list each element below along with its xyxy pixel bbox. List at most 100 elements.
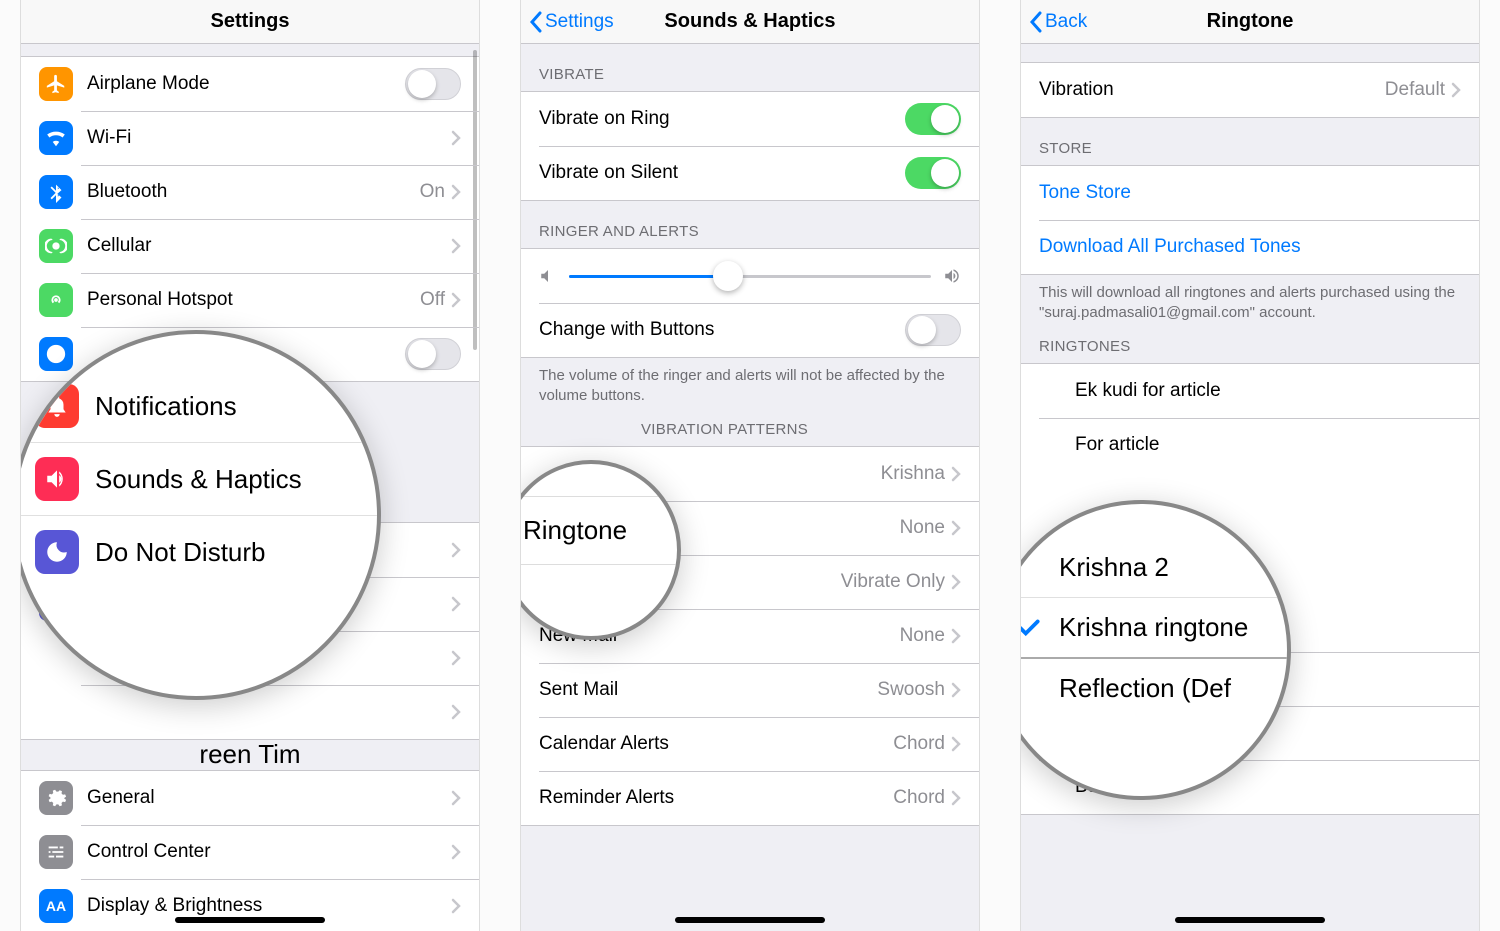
sounds-haptics-screen: Settings Sounds & Haptics VIBRATE Vibrat…	[520, 0, 980, 931]
ringtone-label: Ringtone	[523, 515, 627, 546]
pattern-row-calendar-alerts[interactable]: Calendar Alerts Chord	[521, 717, 979, 771]
chevron-right-icon	[451, 844, 461, 860]
chevron-right-icon	[951, 736, 961, 752]
settings-row-bluetooth[interactable]: BluetoothOn	[21, 165, 479, 219]
chevron-right-icon	[451, 542, 461, 558]
vibrate-header: VIBRATE	[521, 44, 979, 91]
row-hidden3[interactable]	[21, 685, 479, 739]
store-footer: This will download all ringtones and ale…	[1021, 275, 1479, 334]
chevron-right-icon	[951, 466, 961, 482]
bell-icon	[35, 384, 79, 428]
chevron-left-icon	[1029, 11, 1043, 33]
store-row-download-all-purchased-tones[interactable]: Download All Purchased Tones	[1021, 220, 1479, 274]
ringtone-screen: Back Ringtone Vibration Default STORE To…	[1020, 0, 1480, 931]
ringer-footer: The volume of the ringer and alerts will…	[521, 358, 979, 417]
checkmark-icon	[1039, 380, 1061, 402]
checkmark-icon	[1039, 434, 1061, 456]
chevron-right-icon	[951, 520, 961, 536]
navbar: Settings	[21, 0, 479, 44]
magnified-ringtone-reflection-def: Reflection (Def	[1020, 657, 1287, 718]
store-list: Tone StoreDownload All Purchased Tones	[1021, 165, 1479, 275]
settings-row-general[interactable]: General	[21, 771, 479, 825]
speaker-icon	[35, 457, 79, 501]
back-button[interactable]: Back	[1029, 11, 1087, 33]
chevron-right-icon	[1451, 82, 1461, 98]
change-buttons-switch[interactable]	[905, 314, 961, 346]
home-indicator	[675, 917, 825, 923]
chevron-right-icon	[451, 898, 461, 914]
volume-slider-row	[521, 249, 979, 303]
settings-group-general: General Control Center AA Display & Brig…	[21, 770, 479, 931]
chevron-right-icon	[951, 790, 961, 806]
ringer-list: Change with Buttons	[521, 248, 979, 358]
settings-screen: Settings Airplane Mode Wi-Fi BluetoothOn…	[20, 0, 480, 931]
back-label: Settings	[545, 11, 614, 33]
hotspot-icon	[39, 283, 73, 317]
chevron-right-icon	[451, 596, 461, 612]
partial-screen-time: reen Tim	[21, 740, 479, 770]
home-indicator	[175, 917, 325, 923]
vibrate-list: Vibrate on Ring Vibrate on Silent	[521, 91, 979, 201]
chevron-right-icon	[451, 184, 461, 200]
back-label: Back	[1045, 11, 1087, 33]
switch[interactable]	[905, 157, 961, 189]
vpn-switch[interactable]	[405, 338, 461, 370]
airplane-icon	[39, 67, 73, 101]
back-button[interactable]: Settings	[529, 11, 614, 33]
ringer-header: RINGER AND ALERTS	[521, 201, 979, 248]
vibrate-row-vibrate-on-silent[interactable]: Vibrate on Silent	[521, 146, 979, 200]
chevron-right-icon	[451, 130, 461, 146]
volume-slider[interactable]	[569, 275, 931, 278]
pattern-row-sent-mail[interactable]: Sent Mail Swoosh	[521, 663, 979, 717]
change-with-buttons-row[interactable]: Change with Buttons	[521, 303, 979, 357]
settings-group-connectivity: Airplane Mode Wi-Fi BluetoothOn Cellular…	[21, 56, 479, 382]
patterns-header: VIBRATION PATTERNS	[521, 417, 979, 446]
chevron-right-icon	[451, 292, 461, 308]
vpn-icon	[39, 337, 73, 371]
vibration-group: Vibration Default	[1021, 62, 1479, 118]
sliders-icon	[39, 835, 73, 869]
chevron-right-icon	[451, 238, 461, 254]
vibration-row[interactable]: Vibration Default	[1021, 63, 1479, 117]
store-row-tone-store[interactable]: Tone Store	[1021, 166, 1479, 220]
settings-row-control-center[interactable]: Control Center	[21, 825, 479, 879]
cellular-icon	[39, 229, 73, 263]
settings-row-wi-fi[interactable]: Wi-Fi	[21, 111, 479, 165]
chevron-left-icon	[529, 11, 543, 33]
home-indicator	[1175, 917, 1325, 923]
gear-gray-icon	[39, 781, 73, 815]
magnified-row-notifications: Notifications	[20, 370, 377, 442]
moon-icon	[35, 530, 79, 574]
settings-row-cellular[interactable]: Cellular	[21, 219, 479, 273]
navbar: Settings Sounds & Haptics	[521, 0, 979, 44]
chevron-right-icon	[951, 682, 961, 698]
navbar: Back Ringtone	[1021, 0, 1479, 44]
switch[interactable]	[905, 103, 961, 135]
checkmark-icon	[1039, 776, 1061, 798]
chevron-right-icon	[951, 628, 961, 644]
bluetooth-icon	[39, 175, 73, 209]
nav-title: Settings	[21, 10, 479, 33]
settings-row-display-and-brightness[interactable]: AA Display & Brightness	[21, 879, 479, 931]
settings-row-personal-hotspot[interactable]: Personal HotspotOff	[21, 273, 479, 327]
chevron-right-icon	[451, 704, 461, 720]
magnifier-callout: Notifications Sounds & Haptics Do Not Di…	[20, 330, 381, 700]
vibrate-row-vibrate-on-ring[interactable]: Vibrate on Ring	[521, 92, 979, 146]
chevron-right-icon	[951, 574, 961, 590]
chevron-right-icon	[451, 790, 461, 806]
store-header: STORE	[1021, 118, 1479, 165]
volume-high-icon	[943, 267, 961, 285]
pattern-row-reminder-alerts[interactable]: Reminder Alerts Chord	[521, 771, 979, 825]
magnified-ringtone-krishna-2: Krishna 2	[1020, 538, 1287, 597]
ringtone-row-for-article[interactable]: For article	[1021, 418, 1479, 472]
airplane-switch[interactable]	[405, 68, 461, 100]
wifi-icon	[39, 121, 73, 155]
aa-icon: AA	[39, 889, 73, 923]
ringtones-header: RINGTONES	[1021, 334, 1479, 363]
volume-low-icon	[539, 267, 557, 285]
settings-row-airplane-mode[interactable]: Airplane Mode	[21, 57, 479, 111]
checkmark-icon	[1020, 615, 1043, 641]
chevron-right-icon	[451, 650, 461, 666]
nav-title: Ringtone	[1021, 10, 1479, 33]
ringtone-row-ek-kudi-for-article[interactable]: Ek kudi for article	[1021, 364, 1479, 418]
